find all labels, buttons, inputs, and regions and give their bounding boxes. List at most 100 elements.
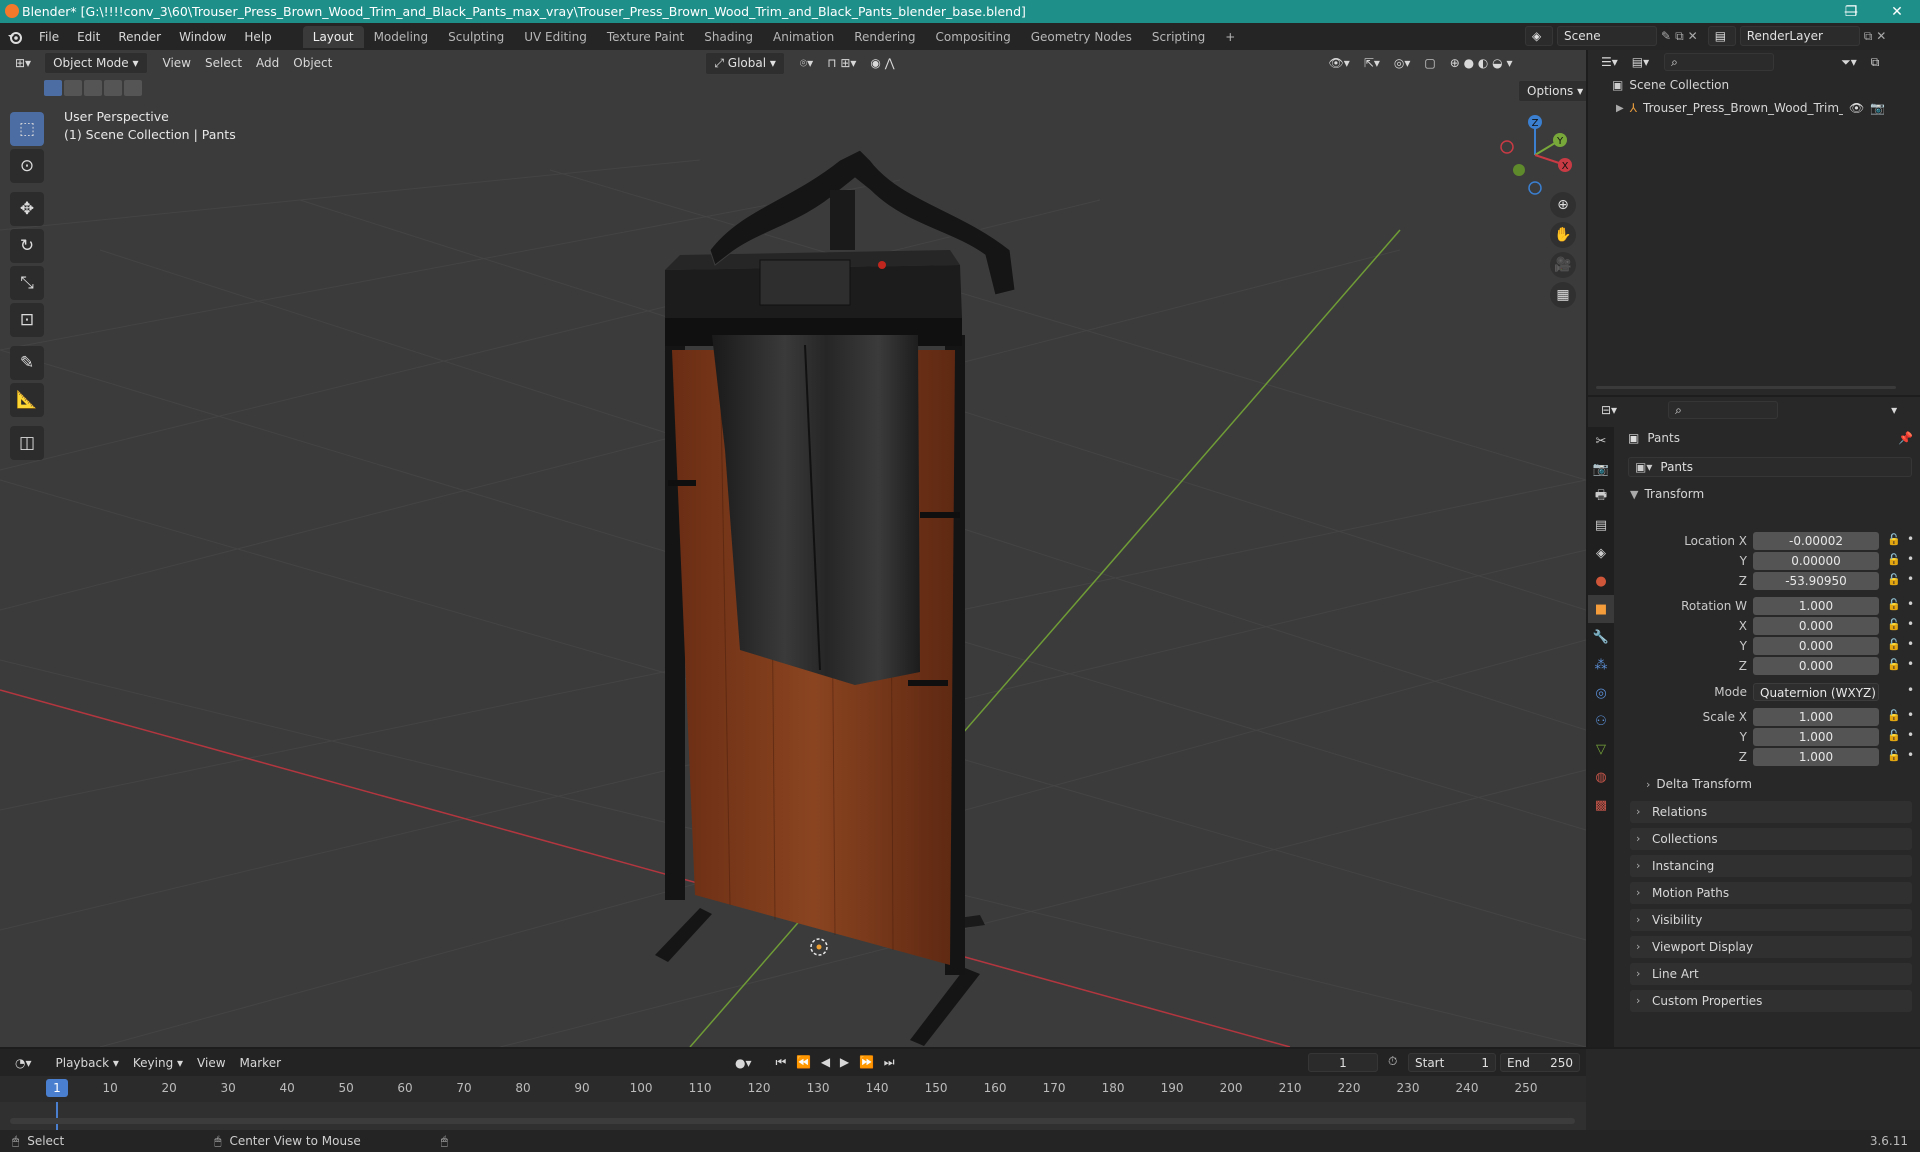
keyframe-dot-icon[interactable]: • <box>1907 683 1914 697</box>
tab-texture-paint[interactable]: Texture Paint <box>597 26 694 48</box>
render-camera-icon[interactable]: 📷 <box>1870 101 1885 115</box>
pan-hand-icon[interactable]: ✋ <box>1550 222 1576 248</box>
transform-orientation-dropdown[interactable]: ⤢ Global ▾ <box>705 51 785 75</box>
visibility-eye-icon[interactable]: 👁 <box>1849 101 1864 115</box>
texture-tab-icon[interactable]: ▩ <box>1588 791 1614 819</box>
current-frame-field[interactable]: 1 <box>1308 1053 1378 1072</box>
navigation-gizmo[interactable]: Z Y X <box>1490 110 1580 200</box>
playback-controls[interactable]: ⏮ ⏪ ◀ ▶ ⏩ ⏭ <box>769 1052 905 1073</box>
viewport-menu-object[interactable]: Object <box>286 53 339 73</box>
gizmo-toggle-icon[interactable]: ⇱▾ <box>1357 53 1387 73</box>
properties-search-input[interactable]: ⌕ <box>1668 401 1779 419</box>
add-workspace-button[interactable]: + <box>1215 26 1245 48</box>
properties-options-icon[interactable]: ▾ <box>1884 400 1904 420</box>
display-mode-icon[interactable]: ▤▾ <box>1625 52 1656 72</box>
tool-tab-icon[interactable]: ✂ <box>1588 427 1614 455</box>
menu-file[interactable]: File <box>30 30 68 44</box>
menu-window[interactable]: Window <box>170 30 235 44</box>
xray-icon[interactable]: ▢ <box>1417 53 1442 73</box>
editor-type-icon[interactable]: ⊞▾ <box>8 53 38 73</box>
grid-view-icon[interactable]: ▦ <box>1550 282 1576 308</box>
lock-icon[interactable]: 🔓 <box>1887 709 1901 722</box>
keyframe-dot-icon[interactable]: • <box>1907 617 1914 631</box>
properties-editor-type-icon[interactable]: ⊟▾ <box>1594 400 1624 420</box>
keyframe-dot-icon[interactable]: • <box>1907 552 1914 566</box>
delta-transform-subpanel[interactable]: › Delta Transform <box>1646 777 1752 791</box>
menu-render[interactable]: Render <box>109 30 170 44</box>
outliner-item-row[interactable]: ▶ ⅄ Trouser_Press_Brown_Wood_Trim_and_I … <box>1616 98 1916 118</box>
viewport-menu-select[interactable]: Select <box>198 53 249 73</box>
move-tool-icon[interactable]: ✥ <box>10 192 44 226</box>
tab-shading[interactable]: Shading <box>694 26 763 48</box>
options-dropdown[interactable]: Options ▾ <box>1518 80 1586 102</box>
timeline-menu-view[interactable]: View <box>190 1053 232 1073</box>
transform-tool-icon[interactable]: ⊡ <box>10 303 44 337</box>
select-box-tool-icon[interactable]: ⬚ <box>10 112 44 146</box>
keyframe-dot-icon[interactable]: • <box>1907 748 1914 762</box>
maximize-button[interactable]: ❐ <box>1828 0 1874 23</box>
tab-rendering[interactable]: Rendering <box>844 26 925 48</box>
constraints-tab-icon[interactable]: ⚇ <box>1588 707 1614 735</box>
world-tab-icon[interactable]: ● <box>1588 567 1614 595</box>
tab-layout[interactable]: Layout <box>302 25 364 48</box>
panel-custom-properties[interactable]: › Custom Properties <box>1630 990 1912 1012</box>
expand-arrow-icon[interactable]: ▶ <box>1616 103 1624 114</box>
panel-viewport-display[interactable]: › Viewport Display <box>1630 936 1912 958</box>
object-name-field[interactable]: ▣▾ Pants <box>1628 457 1912 477</box>
outliner-editor-type-icon[interactable]: ☰▾ <box>1594 52 1625 72</box>
render-tab-icon[interactable]: 📷 <box>1588 455 1614 483</box>
location-y-field[interactable]: 0.00000 <box>1753 552 1879 570</box>
physics-tab-icon[interactable]: ◎ <box>1588 679 1614 707</box>
start-frame-field[interactable]: Start 1 <box>1408 1053 1496 1072</box>
pin-object-icon[interactable]: 📌 <box>1898 431 1913 445</box>
pin-icon[interactable]: ✎ <box>1661 29 1671 43</box>
particles-tab-icon[interactable]: ⁂ <box>1588 651 1614 679</box>
end-frame-field[interactable]: End 250 <box>1500 1053 1580 1072</box>
annotate-tool-icon[interactable]: ✎ <box>10 346 44 380</box>
lock-icon[interactable]: 🔓 <box>1887 618 1901 631</box>
tab-animation[interactable]: Animation <box>763 26 844 48</box>
timeline-ruler[interactable]: 1 10 20 30 40 50 60 70 80 90 100 110 120 130 140 150 160… <box>0 1076 1586 1102</box>
snap-icon[interactable]: ⊓ ⊞▾ <box>820 53 863 73</box>
scale-z-field[interactable]: 1.000 <box>1753 748 1879 766</box>
tab-sculpting[interactable]: Sculpting <box>438 26 514 48</box>
rotation-x-field[interactable]: 0.000 <box>1753 617 1879 635</box>
select-invert-icon[interactable] <box>104 80 122 96</box>
add-cube-tool-icon[interactable]: ◫ <box>10 426 44 460</box>
tab-scripting[interactable]: Scripting <box>1142 26 1215 48</box>
timeline-menu-marker[interactable]: Marker <box>233 1053 288 1073</box>
new-collection-icon[interactable]: ⧉ <box>1864 52 1887 73</box>
rotate-tool-icon[interactable]: ↻ <box>10 229 44 263</box>
cursor-tool-icon[interactable]: ⊙ <box>10 149 44 183</box>
new-layer-icon[interactable]: ⧉ <box>1864 29 1873 44</box>
material-tab-icon[interactable]: ◍ <box>1588 763 1614 791</box>
timeline-track-area[interactable] <box>0 1102 1586 1130</box>
lock-icon[interactable]: 🔓 <box>1887 533 1901 546</box>
viewport-menu-view[interactable]: View <box>156 53 198 73</box>
select-extend-icon[interactable] <box>64 80 82 96</box>
mode-dropdown[interactable]: Object Mode ▾ <box>44 52 148 74</box>
shading-modes-icon[interactable]: ⊕ ● ◐ ◒ ▾ <box>1443 53 1520 73</box>
camera-view-icon[interactable]: 🎥 <box>1550 252 1576 278</box>
select-new-icon[interactable] <box>44 80 62 96</box>
rotation-y-field[interactable]: 0.000 <box>1753 637 1879 655</box>
keyframe-dot-icon[interactable]: • <box>1907 708 1914 722</box>
proportional-edit-icon[interactable]: ◉ ⋀ <box>863 53 901 73</box>
data-tab-icon[interactable]: ▽ <box>1588 735 1614 763</box>
modifier-tab-icon[interactable]: 🔧 <box>1588 623 1614 651</box>
rotation-w-field[interactable]: 1.000 <box>1753 597 1879 615</box>
select-subtract-icon[interactable] <box>84 80 102 96</box>
auto-keying-record-icon[interactable]: ●▾ <box>728 1053 759 1073</box>
location-z-field[interactable]: -53.90950 <box>1753 572 1879 590</box>
lock-icon[interactable]: 🔓 <box>1887 658 1901 671</box>
keyframe-dot-icon[interactable]: • <box>1907 532 1914 546</box>
panel-instancing[interactable]: › Instancing <box>1630 855 1912 877</box>
menu-help[interactable]: Help <box>235 30 280 44</box>
tab-uv-editing[interactable]: UV Editing <box>514 26 597 48</box>
outliner-scrollbar[interactable] <box>1596 386 1896 389</box>
pivot-point-icon[interactable]: ⌾▾ <box>793 53 820 74</box>
scale-y-field[interactable]: 1.000 <box>1753 728 1879 746</box>
lock-icon[interactable]: 🔓 <box>1887 729 1901 742</box>
panel-motion-paths[interactable]: › Motion Paths <box>1630 882 1912 904</box>
lock-icon[interactable]: 🔓 <box>1887 749 1901 762</box>
